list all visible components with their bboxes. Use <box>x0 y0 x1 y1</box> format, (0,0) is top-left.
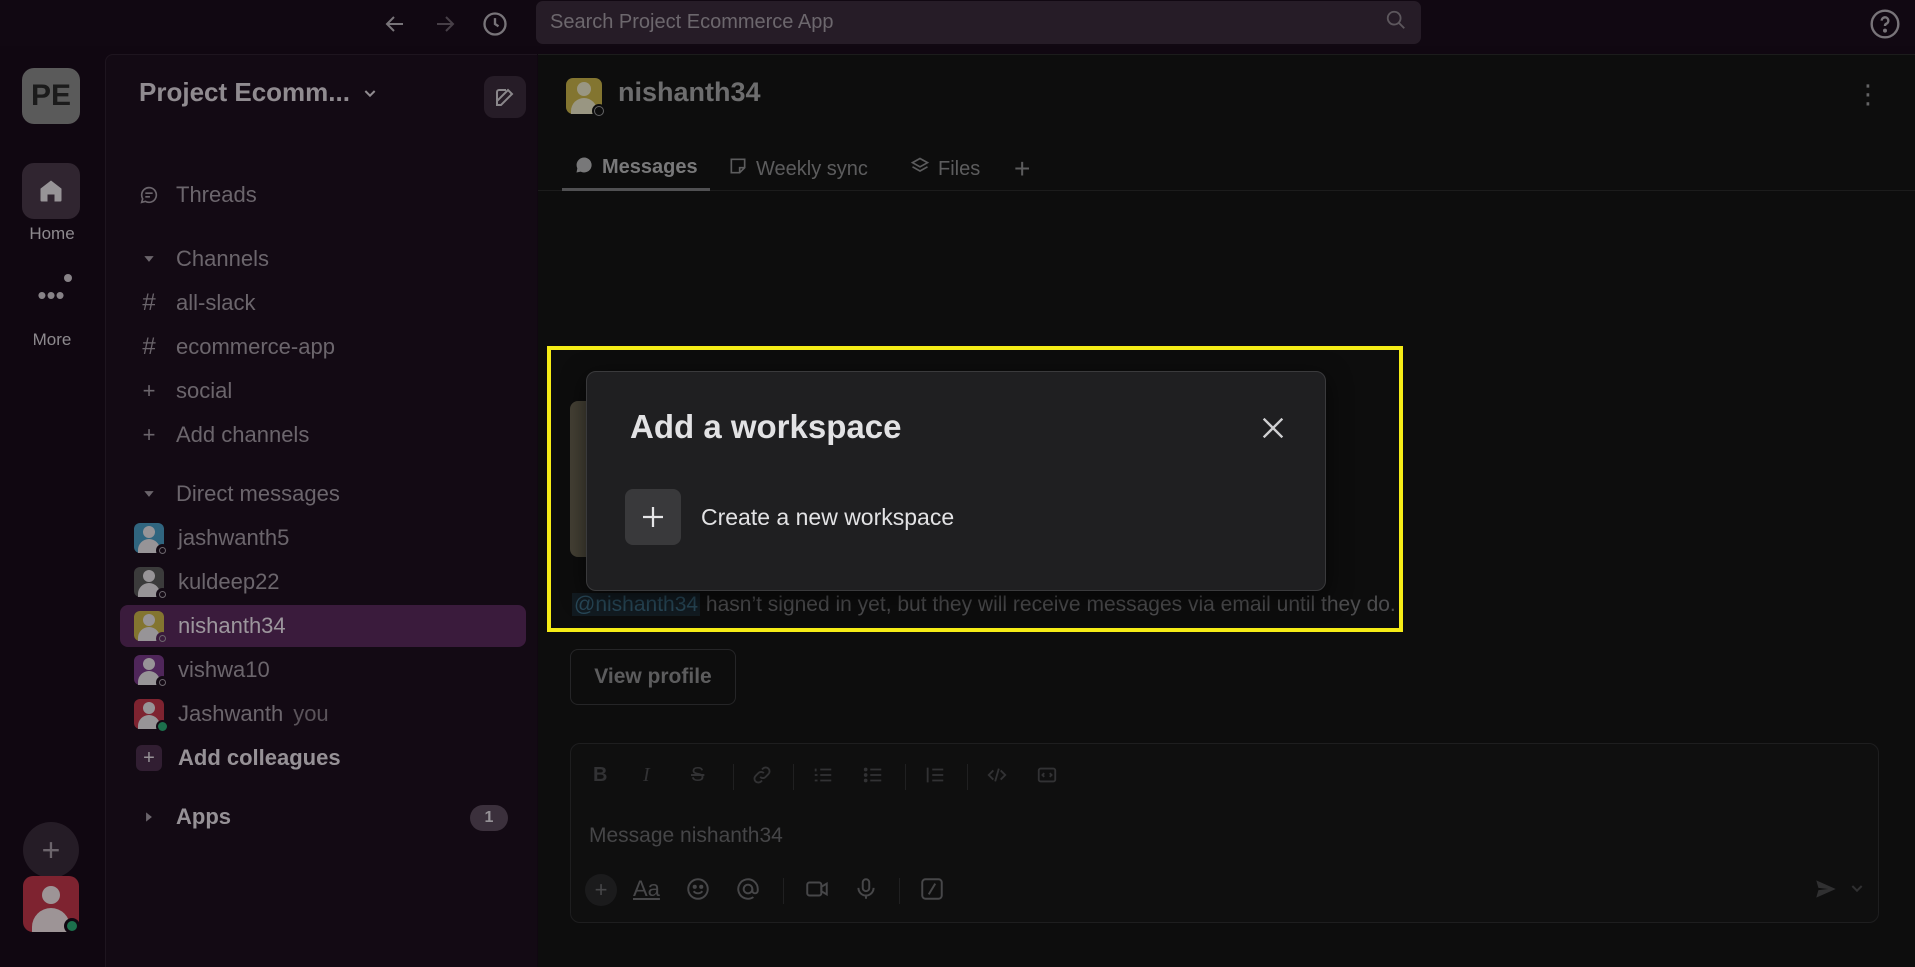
highlight-box <box>547 346 1403 632</box>
